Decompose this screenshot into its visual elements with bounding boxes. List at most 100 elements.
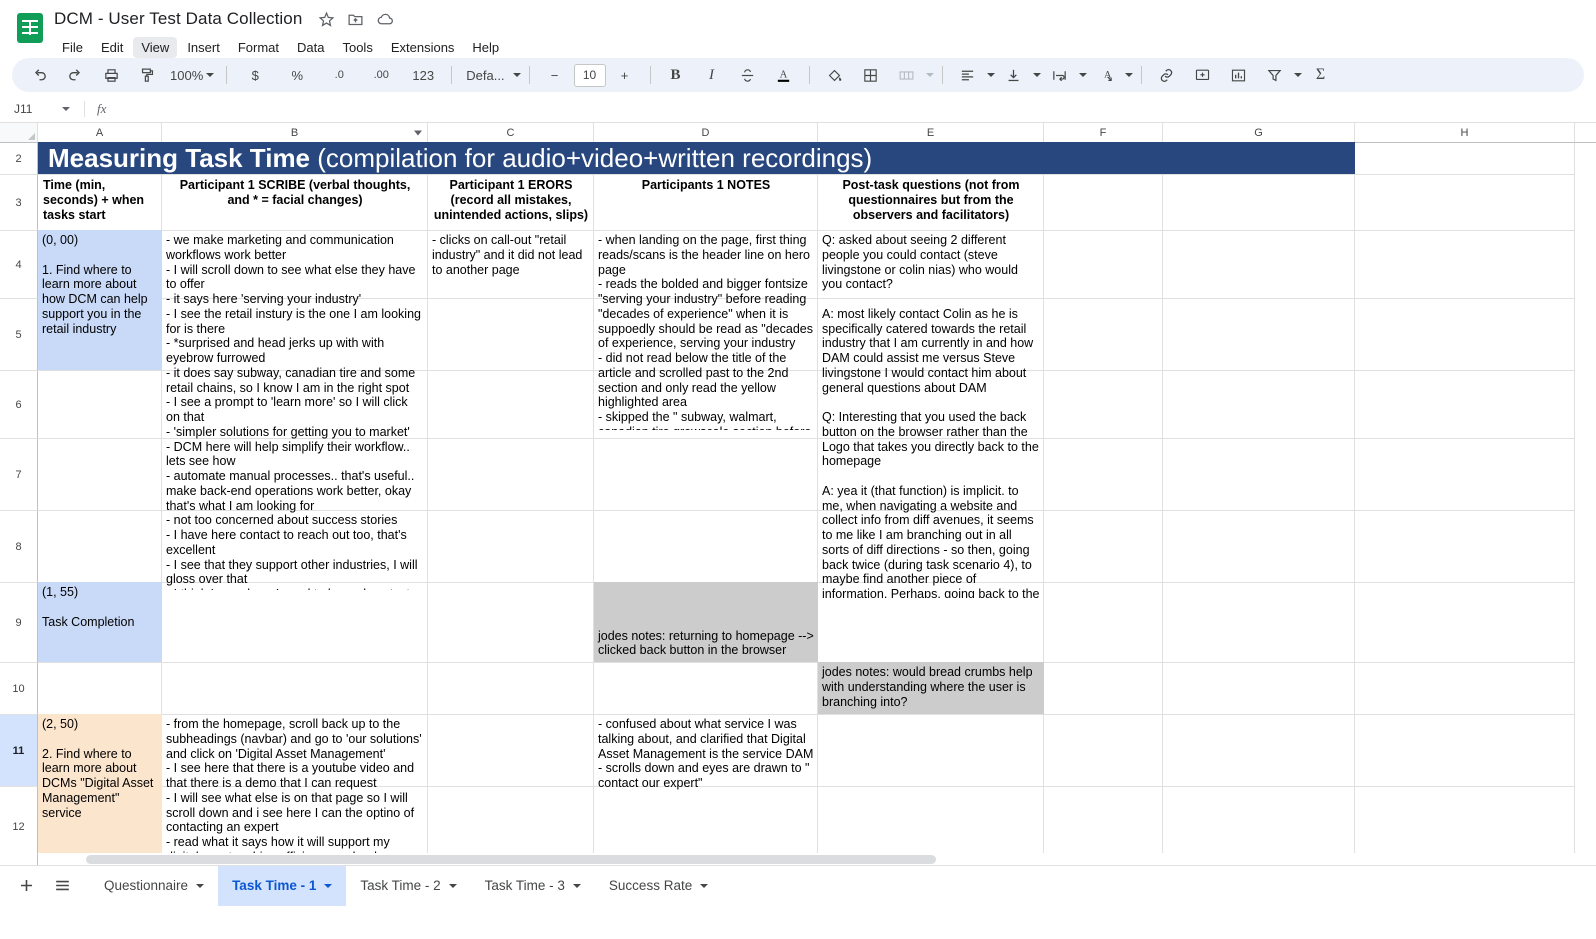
chevron-down-icon[interactable] — [196, 883, 205, 888]
cell-c7[interactable] — [428, 439, 594, 511]
cell-g11[interactable] — [1163, 715, 1355, 787]
document-title[interactable]: DCM - User Test Data Collection — [54, 9, 302, 29]
comment-icon[interactable] — [1186, 62, 1220, 88]
cell-f9[interactable] — [1044, 583, 1163, 663]
chevron-down-icon[interactable] — [1032, 73, 1041, 77]
cell-g10[interactable] — [1163, 663, 1355, 715]
row-header-9[interactable]: 9 — [0, 583, 38, 663]
percent-format-button[interactable]: % — [277, 62, 317, 88]
sheet-tab-task-time-1[interactable]: Task Time - 1 — [218, 865, 347, 906]
sheet-tab-success-rate[interactable]: Success Rate — [595, 866, 722, 906]
move-to-folder-icon[interactable] — [347, 11, 364, 28]
row-header-4[interactable]: 4 — [0, 231, 38, 299]
chevron-down-icon[interactable] — [62, 107, 70, 111]
column-header-a[interactable]: A — [38, 123, 162, 142]
link-icon[interactable] — [1150, 62, 1184, 88]
cell-d7[interactable] — [594, 439, 818, 511]
row-header-8[interactable]: 8 — [0, 511, 38, 583]
column-header-h[interactable]: H — [1355, 123, 1575, 142]
functions-button[interactable]: Σ — [1304, 62, 1338, 88]
horizontal-align-icon[interactable] — [951, 62, 985, 88]
text-color-icon[interactable]: A — [767, 62, 801, 88]
header-cell-c3[interactable]: Participant 1 ERORS (record all mistakes… — [428, 174, 594, 230]
print-icon[interactable] — [94, 62, 128, 88]
chevron-down-icon[interactable] — [448, 883, 457, 888]
cell-content-a9[interactable]: (1, 55) Task Completion — [38, 582, 162, 662]
header-cell-e3[interactable]: Post-task questions (not from questionna… — [818, 174, 1044, 230]
cell-g3[interactable] — [1163, 175, 1355, 231]
filter-icon[interactable] — [1258, 62, 1292, 88]
increase-font-size-button[interactable]: + — [608, 62, 642, 88]
bold-button[interactable]: B — [659, 62, 693, 88]
cell-content-e4[interactable]: Q: asked about seeing 2 different people… — [818, 230, 1044, 598]
cell-b9[interactable] — [162, 583, 428, 663]
cell-content-e10[interactable]: jodes notes: would bread crumbs help wit… — [818, 662, 1044, 714]
header-cell-d3[interactable]: Participants 1 NOTES — [594, 174, 818, 230]
cell-content-b4[interactable]: - we make marketing and communication wo… — [162, 230, 428, 590]
chevron-down-icon[interactable] — [1078, 73, 1087, 77]
redo-icon[interactable] — [58, 62, 92, 88]
fill-color-icon[interactable] — [818, 62, 852, 88]
sheet-tab-task-time-3[interactable]: Task Time - 3 — [471, 866, 595, 906]
add-sheet-icon[interactable] — [8, 868, 44, 904]
chevron-down-icon[interactable] — [1293, 73, 1302, 77]
cell-h8[interactable] — [1355, 511, 1575, 583]
italic-button[interactable]: I — [695, 62, 729, 88]
chevron-down-icon[interactable] — [512, 73, 521, 77]
vertical-align-icon[interactable] — [997, 62, 1031, 88]
column-header-b[interactable]: B — [162, 123, 428, 142]
menu-insert[interactable]: Insert — [179, 37, 228, 58]
merge-cells-icon[interactable] — [890, 62, 924, 88]
paint-format-icon[interactable] — [130, 62, 164, 88]
cell-c10[interactable] — [428, 663, 594, 715]
decrease-font-size-button[interactable]: − — [538, 62, 572, 88]
cell-h4[interactable] — [1355, 231, 1575, 299]
cell-c9[interactable] — [428, 583, 594, 663]
increase-decimal-button[interactable]: .00 — [361, 62, 401, 88]
star-icon[interactable] — [318, 10, 335, 28]
chevron-down-icon[interactable] — [986, 73, 995, 77]
cell-f4[interactable] — [1044, 231, 1163, 299]
cloud-saved-icon[interactable] — [376, 11, 395, 28]
sheet-tab-questionnaire[interactable]: Questionnaire — [90, 866, 218, 906]
text-wrap-icon[interactable] — [1043, 62, 1077, 88]
select-all-corner[interactable] — [0, 123, 38, 142]
row-header-10[interactable]: 10 — [0, 663, 38, 715]
row-header-12[interactable]: 12 — [0, 787, 38, 865]
row-header-6[interactable]: 6 — [0, 371, 38, 439]
borders-icon[interactable] — [854, 62, 888, 88]
cell-content-d9[interactable]: jodes notes: returning to homepage --> c… — [594, 582, 818, 662]
cell-g6[interactable] — [1163, 371, 1355, 439]
cell-content-a4[interactable]: (0, 00) 1. Find where to learn more abou… — [38, 230, 162, 370]
cell-a6[interactable] — [38, 371, 162, 439]
header-cell-a3[interactable]: Time (min, seconds) + when tasks start — [38, 174, 162, 230]
cell-h6[interactable] — [1355, 371, 1575, 439]
cell-content-a11[interactable]: (2, 50) 2. Find where to learn more abou… — [38, 714, 162, 862]
menu-edit[interactable]: Edit — [93, 37, 131, 58]
chevron-down-icon[interactable] — [572, 883, 581, 888]
horizontal-scrollbar-thumb[interactable] — [86, 855, 936, 864]
menu-data[interactable]: Data — [289, 37, 332, 58]
cell-f3[interactable] — [1044, 175, 1163, 231]
header-cell-b3[interactable]: Participant 1 SCRIBE (verbal thoughts, a… — [162, 174, 428, 230]
cell-g7[interactable] — [1163, 439, 1355, 511]
text-rotation-icon[interactable]: A — [1089, 62, 1123, 88]
chevron-down-icon[interactable] — [700, 883, 709, 888]
filter-dropdown-icon[interactable] — [414, 130, 422, 135]
cell-content-c4[interactable]: - clicks on call-out "retail industry" a… — [428, 230, 594, 292]
chevron-down-icon[interactable] — [324, 883, 333, 888]
cell-f5[interactable] — [1044, 299, 1163, 371]
horizontal-scrollbar[interactable] — [38, 853, 1596, 865]
chevron-down-icon[interactable] — [925, 73, 934, 77]
cell-h3[interactable] — [1355, 175, 1575, 231]
cell-g4[interactable] — [1163, 231, 1355, 299]
cell-h11[interactable] — [1355, 715, 1575, 787]
cell-f7[interactable] — [1044, 439, 1163, 511]
menu-extensions[interactable]: Extensions — [383, 37, 463, 58]
row-header-3[interactable]: 3 — [0, 175, 38, 231]
menu-help[interactable]: Help — [464, 37, 507, 58]
column-header-f[interactable]: F — [1044, 123, 1163, 142]
cell-b10[interactable] — [162, 663, 428, 715]
chart-icon[interactable] — [1222, 62, 1256, 88]
all-sheets-icon[interactable] — [44, 868, 80, 904]
